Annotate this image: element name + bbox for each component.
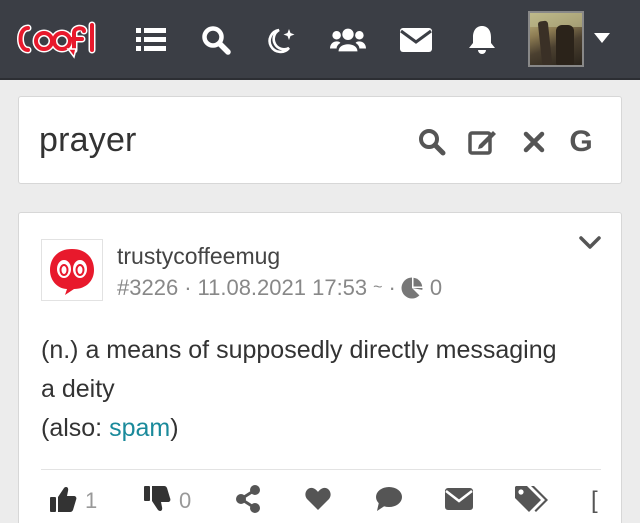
post-link-spam[interactable]: spam — [109, 414, 170, 442]
user-avatar[interactable] — [528, 11, 584, 67]
like-button[interactable]: 1 — [49, 486, 97, 516]
bracket-glyph: [ — [591, 487, 598, 514]
meta-tilde: ~ — [373, 279, 383, 296]
view-count: 0 — [429, 275, 443, 300]
dislike-button[interactable]: 0 — [143, 485, 192, 518]
message-button[interactable] — [445, 486, 473, 516]
post-datetime: 11.08.2021 17:53 — [197, 275, 368, 300]
post-card: trustycoffeemug #3226 · 11.08.2021 17:53… — [18, 212, 622, 523]
google-letter: G — [569, 125, 593, 158]
divider — [41, 469, 601, 470]
close-icon[interactable] — [519, 127, 549, 157]
post-meta: #3226 · 11.08.2021 17:53 ~ · 0 — [117, 275, 442, 301]
post-body-line: (also: spam) — [41, 409, 606, 448]
post-body-line: a deity — [41, 375, 115, 403]
search-query[interactable]: prayer — [39, 121, 137, 160]
post-author-avatar[interactable] — [41, 239, 103, 301]
post-body: (n.) a means of supposedly directly mess… — [41, 331, 606, 448]
bell-icon[interactable] — [464, 22, 500, 58]
like-count: 1 — [85, 488, 98, 513]
search-card: prayer G — [18, 96, 622, 184]
list-icon[interactable] — [133, 22, 169, 58]
top-navbar — [0, 0, 640, 80]
post-body-text: (also: — [41, 414, 110, 442]
share-button[interactable] — [235, 484, 261, 518]
google-icon[interactable]: G — [566, 127, 596, 157]
avatar-figure — [537, 20, 553, 65]
search-icon[interactable] — [198, 22, 234, 58]
caret-down-icon[interactable] — [594, 33, 610, 43]
bracket-icon[interactable]: [ — [591, 486, 598, 516]
post-body-line: (n.) a means of supposedly directly mess… — [41, 336, 557, 364]
search-icon[interactable] — [417, 127, 447, 157]
dislike-count: 0 — [179, 488, 192, 513]
tags-button[interactable] — [515, 485, 549, 518]
favorite-button[interactable] — [305, 486, 331, 516]
pie-chart-icon — [400, 276, 424, 300]
edit-icon[interactable] — [468, 127, 498, 157]
night-mode-icon[interactable] — [263, 22, 299, 58]
tags-icon — [515, 485, 549, 518]
avatar-figure — [556, 25, 574, 65]
post-id[interactable]: #3226 — [117, 275, 178, 301]
coofi-logo[interactable] — [14, 19, 104, 61]
thumbs-down-icon — [143, 485, 171, 518]
envelope-icon — [445, 487, 473, 515]
meta-separator: · — [184, 275, 192, 300]
post-body-text: ) — [170, 414, 179, 442]
envelope-icon[interactable] — [398, 22, 434, 58]
heart-icon — [305, 487, 331, 516]
users-icon[interactable] — [330, 22, 366, 58]
comment-button[interactable] — [375, 486, 403, 516]
share-icon — [235, 484, 261, 518]
post-username[interactable]: trustycoffeemug — [117, 243, 280, 270]
chevron-down-icon[interactable] — [579, 235, 601, 256]
meta-separator: · — [388, 275, 396, 300]
thumbs-up-icon — [49, 485, 77, 518]
comment-icon — [375, 486, 403, 517]
